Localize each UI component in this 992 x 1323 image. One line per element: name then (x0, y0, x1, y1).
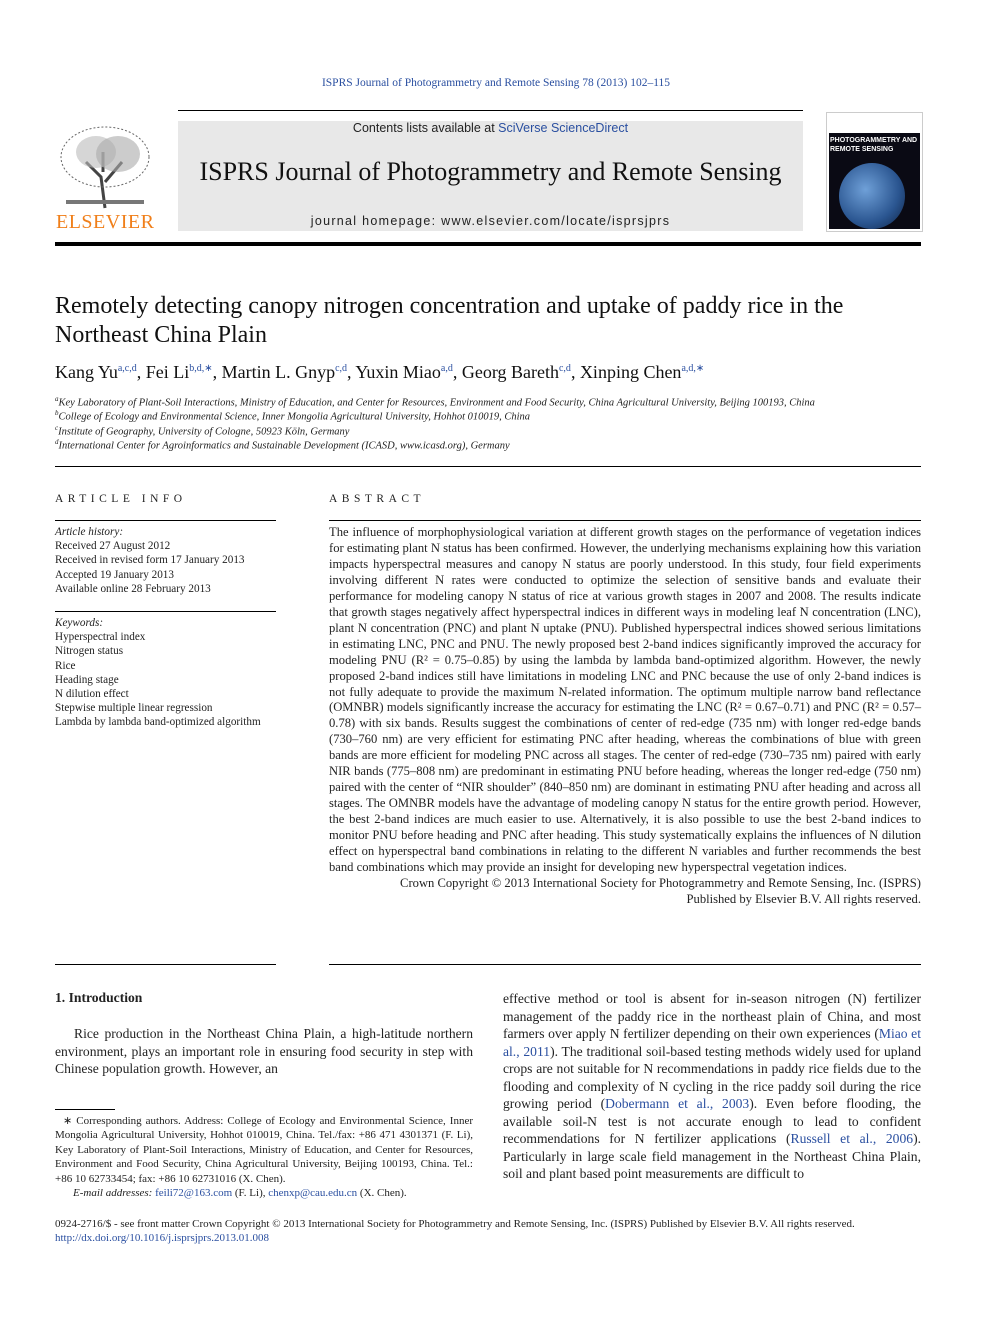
author[interactable]: Xinping Chena,d,∗ (580, 362, 704, 382)
keyword: Stepwise multiple linear regression (55, 702, 213, 715)
journal-homepage: journal homepage: www.elsevier.com/locat… (178, 214, 803, 228)
cover-title: PHOTOGRAMMETRY AND REMOTE SENSING (830, 137, 918, 153)
publisher-line: Published by Elsevier B.V. All rights re… (686, 891, 921, 906)
article-title: Remotely detecting canopy nitrogen conce… (55, 293, 844, 348)
email-link[interactable]: chenxp@cau.edu.cn (268, 1187, 357, 1199)
author[interactable]: Georg Barethc,d (462, 362, 571, 382)
affiliation: dInternational Center for Agroinformatic… (55, 438, 510, 452)
divider (55, 964, 276, 965)
divider (55, 520, 276, 521)
keyword: Rice (55, 659, 76, 672)
section-heading: 1. Introduction (55, 990, 143, 1005)
keyword: Lambda by lambda band-optimized algorith… (55, 716, 261, 729)
keywords-label: Keywords: (55, 617, 104, 629)
article-history: Article history: Received 27 August 2012… (55, 525, 276, 596)
contents-prefix: Contents lists available at (352, 121, 499, 135)
footer: 0924-2716/$ - see front matter Crown Cop… (55, 1217, 921, 1246)
header-thick-rule (55, 242, 921, 246)
keyword: Hyperspectral index (55, 631, 146, 644)
homepage-prefix: journal homepage: (310, 214, 442, 228)
citation-link[interactable]: Dobermann et al., 2003 (605, 1096, 749, 1111)
abstract-body: The influence of morphophysiological var… (329, 525, 921, 875)
history-item: Available online 28 February 2013 (55, 582, 211, 595)
divider (329, 520, 921, 521)
abstract-text: The influence of morphophysiological var… (329, 525, 921, 908)
author[interactable]: Martin L. Gnypc,d (222, 362, 347, 382)
sciencedirect-link[interactable]: SciVerse ScienceDirect (498, 121, 628, 135)
journal-citation[interactable]: ISPRS Journal of Photogrammetry and Remo… (0, 77, 992, 89)
keyword: Heading stage (55, 673, 119, 686)
author[interactable]: Kang Yua,c,d (55, 362, 137, 382)
history-item: Accepted 19 January 2013 (55, 568, 174, 581)
intro-right-paragraph: effective method or tool is absent for i… (503, 991, 921, 1181)
abstract-heading: ABSTRACT (329, 493, 426, 505)
history-item: Received 27 August 2012 (55, 540, 171, 553)
keyword: Nitrogen status (55, 645, 124, 658)
citation-link[interactable]: Russell et al., 2006 (791, 1131, 914, 1146)
journal-title: ISPRS Journal of Photogrammetry and Remo… (199, 157, 782, 186)
affiliation: aKey Laboratory of Plant-Soil Interactio… (55, 395, 815, 409)
keyword: N dilution effect (55, 688, 129, 701)
copyright-line: Crown Copyright © 2013 International Soc… (400, 875, 921, 890)
divider (329, 964, 921, 965)
divider (55, 611, 276, 612)
divider (55, 466, 921, 467)
elsevier-wordmark: ELSEVIER (56, 211, 155, 233)
article-info-heading: ARTICLE INFO (55, 493, 187, 505)
history-label: Article history: (55, 526, 124, 538)
author-list: Kang Yua,c,d, Fei Lib,d,∗, Martin L. Gny… (55, 362, 705, 382)
doi-link[interactable]: http://dx.doi.org/10.1016/j.isprsjprs.20… (55, 1231, 921, 1245)
header-rule (178, 110, 803, 111)
keywords: Keywords: Hyperspectral index Nitrogen s… (55, 616, 276, 730)
intro-left-paragraph: Rice production in the Northeast China P… (55, 1026, 473, 1076)
author[interactable]: Fei Lib,d,∗ (146, 362, 213, 382)
affiliation: cInstitute of Geography, University of C… (55, 424, 350, 438)
affiliation: bCollege of Ecology and Environmental Sc… (55, 409, 531, 423)
author[interactable]: Yuxin Miaoa,d (355, 362, 452, 382)
email-line: E-mail addresses: feili72@163.com (F. Li… (73, 1187, 407, 1200)
footnote-rule (55, 1109, 115, 1110)
footnote: ∗ Corresponding authors. Address: Colleg… (55, 1114, 473, 1200)
homepage-url[interactable]: www.elsevier.com/locate/isprsjprs (441, 214, 670, 228)
email-link[interactable]: feili72@163.com (155, 1187, 232, 1199)
contents-line: Contents lists available at SciVerse Sci… (178, 121, 803, 135)
history-item: Received in revised form 17 January 2013 (55, 554, 245, 567)
corresponding-author-note: ∗ Corresponding authors. Address: Colleg… (55, 1115, 473, 1185)
journal-cover-image: PHOTOGRAMMETRY AND REMOTE SENSING (826, 112, 923, 232)
page: ISPRS Journal of Photogrammetry and Remo… (0, 0, 992, 1323)
elsevier-tree-logo (56, 122, 154, 210)
issn-line: 0924-2716/$ - see front matter Crown Cop… (55, 1218, 855, 1230)
